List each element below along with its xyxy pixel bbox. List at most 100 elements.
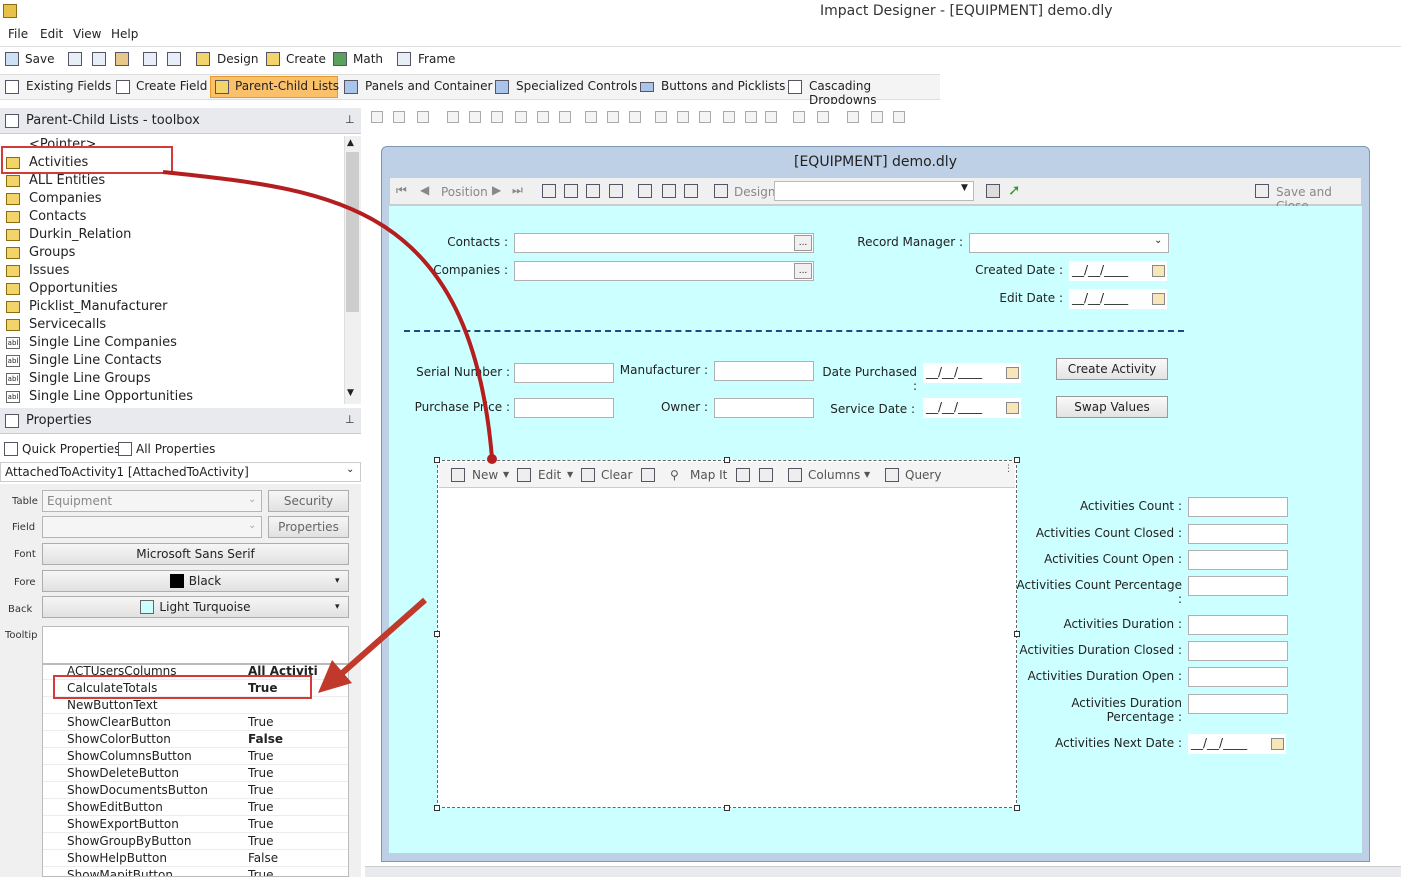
align-icon[interactable] xyxy=(559,111,571,123)
align-icon[interactable] xyxy=(393,111,405,123)
align-icon[interactable] xyxy=(793,111,805,123)
menu-help[interactable]: Help xyxy=(111,27,138,41)
tab-create-field[interactable]: Create Field xyxy=(136,79,207,93)
table-select[interactable]: Equipment ⌄ xyxy=(42,490,262,512)
ellipsis-button[interactable]: ... xyxy=(794,235,812,251)
property-value[interactable]: True xyxy=(248,868,274,876)
chevron-down-icon[interactable]: ▼ xyxy=(503,470,509,479)
tab-all-properties[interactable]: All Properties xyxy=(136,442,215,456)
swap-values-button[interactable]: Swap Values xyxy=(1056,396,1168,418)
record-manager-select[interactable]: ⌄ xyxy=(969,233,1169,253)
align-icon[interactable] xyxy=(417,111,429,123)
align-icon[interactable] xyxy=(677,111,689,123)
align-icon[interactable] xyxy=(745,111,757,123)
pin-icon[interactable]: ⊥ xyxy=(345,113,355,126)
toolbox-item-single-line-companies[interactable]: Single Line Companies xyxy=(29,335,177,350)
math-button[interactable]: Math xyxy=(353,52,383,66)
resize-handle[interactable] xyxy=(724,457,730,463)
grid-mapit-button[interactable]: Map It xyxy=(690,468,727,482)
property-row[interactable]: ShowColorButton False xyxy=(43,731,348,748)
fore-color-select[interactable]: Black ▾ xyxy=(42,570,349,592)
calendar-icon[interactable] xyxy=(1271,738,1284,750)
delete-icon[interactable] xyxy=(586,184,600,198)
menu-file[interactable]: File xyxy=(8,27,28,41)
manufacturer-input[interactable] xyxy=(714,361,814,381)
align-icon[interactable] xyxy=(371,111,383,123)
frame-button[interactable]: Frame xyxy=(418,52,455,66)
grid-edit-button[interactable]: Edit xyxy=(538,468,561,482)
tab-quick-properties[interactable]: Quick Properties xyxy=(22,442,120,456)
property-value[interactable]: True xyxy=(248,800,274,814)
property-row[interactable]: ShowDeleteButton True xyxy=(43,765,348,782)
design-icon[interactable] xyxy=(714,184,728,198)
chevron-down-icon[interactable]: ⌄ xyxy=(346,464,354,475)
map-pin-icon[interactable]: ⚲ xyxy=(670,468,679,482)
align-icon[interactable] xyxy=(817,111,829,123)
purchase-price-input[interactable] xyxy=(514,398,614,418)
scroll-down-icon[interactable]: ▼ xyxy=(347,388,354,398)
create-activity-button[interactable]: Create Activity xyxy=(1056,358,1168,380)
scroll-up-icon[interactable]: ▲ xyxy=(347,138,354,148)
create-icon[interactable] xyxy=(266,52,280,66)
design-button[interactable]: Design xyxy=(217,52,258,66)
resize-handle[interactable] xyxy=(724,805,730,811)
menu-view[interactable]: View xyxy=(73,27,101,41)
created-date-input[interactable]: __/__/____ xyxy=(1069,261,1167,281)
edit-icon[interactable] xyxy=(517,468,531,482)
create-button[interactable]: Create xyxy=(286,52,326,66)
word-icon[interactable] xyxy=(638,184,652,198)
property-value[interactable]: True xyxy=(248,766,274,780)
property-value[interactable]: False xyxy=(248,732,283,746)
calendar-icon[interactable] xyxy=(1006,402,1019,414)
calendar-icon[interactable] xyxy=(1152,293,1165,305)
delete-icon[interactable] xyxy=(641,468,655,482)
toolbox-item-companies[interactable]: Companies xyxy=(29,191,102,206)
resize-handle[interactable] xyxy=(434,631,440,637)
property-row[interactable]: ShowEditButton True xyxy=(43,799,348,816)
align-icon[interactable] xyxy=(847,111,859,123)
grid-icon[interactable] xyxy=(609,184,623,198)
stat-input[interactable] xyxy=(1188,497,1288,517)
property-value[interactable]: True xyxy=(248,783,274,797)
paste-icon[interactable] xyxy=(115,52,129,66)
clear-icon[interactable] xyxy=(581,468,595,482)
tab-buttons-and-picklists[interactable]: Buttons and Picklists xyxy=(661,79,785,93)
grid-clear-button[interactable]: Clear xyxy=(601,468,632,482)
query-icon[interactable] xyxy=(885,468,899,482)
service-date-input[interactable]: __/__/____ xyxy=(923,398,1021,418)
stat-input[interactable] xyxy=(1188,524,1288,544)
properties-button[interactable]: Properties xyxy=(268,516,349,538)
toolbox-item-picklist-manufacturer[interactable]: Picklist_Manufacturer xyxy=(29,299,168,314)
align-icon[interactable] xyxy=(515,111,527,123)
align-icon[interactable] xyxy=(447,111,459,123)
property-row[interactable]: ShowGroupByButton True xyxy=(43,833,348,850)
field-icon[interactable] xyxy=(986,184,1000,198)
grid-columns-button[interactable]: Columns xyxy=(808,468,860,482)
align-icon[interactable] xyxy=(765,111,777,123)
owner-input[interactable] xyxy=(714,398,814,418)
property-row[interactable]: ShowExportButton True xyxy=(43,816,348,833)
toolbox-item-single-line-opportunities[interactable]: Single Line Opportunities xyxy=(29,389,193,404)
design-label[interactable]: Design xyxy=(734,185,775,199)
chevron-down-icon[interactable]: ▼ xyxy=(864,470,870,479)
new-icon[interactable] xyxy=(451,468,465,482)
align-icon[interactable] xyxy=(871,111,883,123)
spellcheck-icon[interactable] xyxy=(662,184,676,198)
date-purchased-input[interactable]: __/__/____ xyxy=(923,363,1021,383)
property-value[interactable]: False xyxy=(248,851,278,865)
tab-specialized-controls[interactable]: Specialized Controls xyxy=(516,79,637,93)
go-arrow-icon[interactable]: ➚ xyxy=(1008,181,1021,199)
save-icon[interactable] xyxy=(564,184,578,198)
save-close-icon[interactable] xyxy=(1255,184,1269,198)
edit-date-input[interactable]: __/__/____ xyxy=(1069,289,1167,309)
design-icon[interactable] xyxy=(196,52,210,66)
security-button[interactable]: Security xyxy=(268,490,349,512)
property-row[interactable]: ShowMapitButton True xyxy=(43,867,348,876)
list-icon[interactable] xyxy=(167,52,181,66)
word-icon[interactable] xyxy=(736,468,750,482)
toolbox-item-single-line-contacts[interactable]: Single Line Contacts xyxy=(29,353,162,368)
back-color-select[interactable]: Light Turquoise ▾ xyxy=(42,596,349,618)
stat-input[interactable] xyxy=(1188,641,1288,661)
contacts-input[interactable]: ... xyxy=(514,233,814,253)
new-record-icon[interactable] xyxy=(542,184,556,198)
